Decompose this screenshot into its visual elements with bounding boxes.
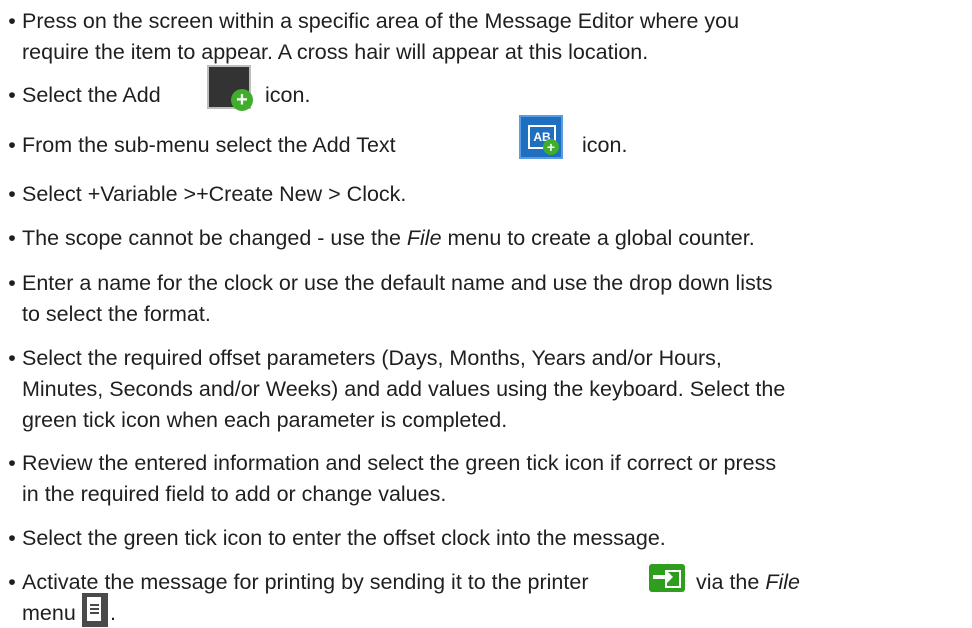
add-text-icon: AB + xyxy=(519,115,563,159)
instruction-list: • Press on the screen within a specific … xyxy=(0,0,972,627)
item-text: icon. xyxy=(582,133,628,157)
bullet: • xyxy=(8,133,16,157)
bullet: • xyxy=(8,182,16,206)
file-menu-reference: File xyxy=(406,226,442,250)
item-text: . xyxy=(110,601,116,625)
item-text: Select the green tick icon to enter the … xyxy=(22,526,666,550)
item-text: via the File xyxy=(696,570,800,594)
bullet: • xyxy=(8,346,16,370)
file-menu-icon xyxy=(82,593,108,627)
file-menu-reference: File xyxy=(765,570,800,594)
bullet: • xyxy=(8,526,16,550)
item-text-line: Minutes, Seconds and/or Weeks) and add v… xyxy=(22,377,786,401)
send-to-printer-icon xyxy=(649,564,685,592)
item-text: icon. xyxy=(265,83,311,107)
add-item-icon: + xyxy=(207,65,253,111)
bullet: • xyxy=(8,226,16,250)
item-text-line: to select the format. xyxy=(22,302,211,326)
item-text-line: Review the entered information and selec… xyxy=(22,451,777,475)
item-text: Select +Variable >+Create New > Clock. xyxy=(22,182,407,206)
item-text-line: Press on the screen within a specific ar… xyxy=(22,9,740,33)
item-text-line: Enter a name for the clock or use the de… xyxy=(22,271,773,295)
bullet: • xyxy=(8,451,16,475)
bullet: • xyxy=(8,570,16,594)
item-text-line: green tick icon when each parameter is c… xyxy=(22,408,508,432)
bullet: • xyxy=(8,83,16,107)
item-text-line: require the item to appear. A cross hair… xyxy=(22,40,649,64)
bullet: • xyxy=(8,9,16,33)
item-text-line: in the required field to add or change v… xyxy=(22,482,447,506)
item-text: The scope cannot be changed - use the Fi… xyxy=(22,226,755,250)
item-text-line: Select the required offset parameters (D… xyxy=(22,346,722,370)
bullet: • xyxy=(8,271,16,295)
